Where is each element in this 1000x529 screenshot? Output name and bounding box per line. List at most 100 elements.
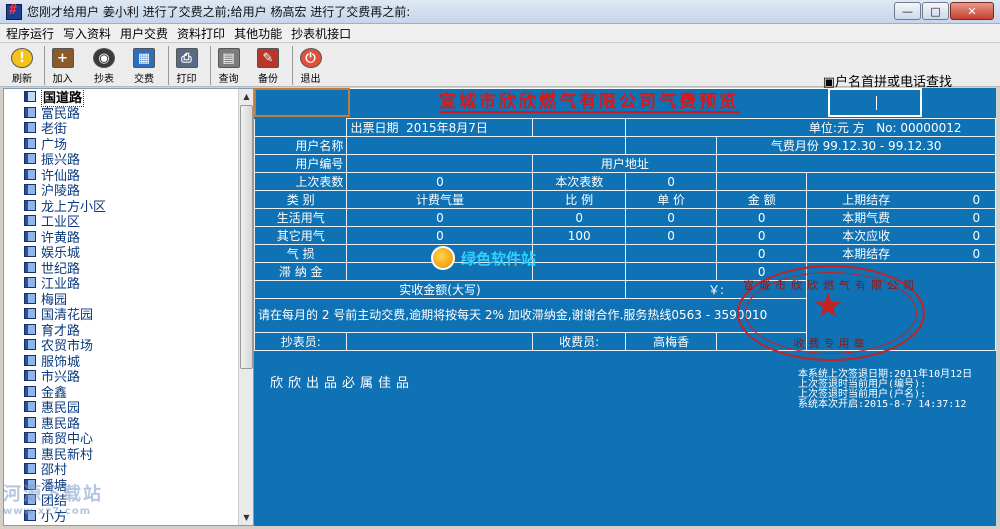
menu-user-payment[interactable]: 用户交费 xyxy=(120,25,168,42)
this-reading-value: 0 xyxy=(624,172,718,191)
meter-reader-value xyxy=(346,332,534,351)
payment-label: 交费 xyxy=(134,74,154,85)
summary-cell: 上期结存 0 xyxy=(806,190,996,209)
slogan: 欣欣出品必属佳品 xyxy=(270,376,415,391)
corner-watermark-text: 河源下载站 xyxy=(3,484,103,505)
scroll-down-icon[interactable]: ▼ xyxy=(239,510,253,525)
due-value: 0 xyxy=(972,229,981,243)
menu-meter-interface[interactable]: 抄表机接口 xyxy=(291,25,351,42)
book-icon xyxy=(24,168,36,180)
meter-read-button[interactable]: ◉ 抄表 xyxy=(86,46,122,85)
printer-icon: ⎙ xyxy=(175,48,198,68)
book-icon xyxy=(24,122,36,134)
menu-bar: 程序运行 写入资料 用户交费 资料打印 其他功能 抄表机接口 xyxy=(0,24,1000,43)
user-code-value xyxy=(346,154,534,173)
query-button[interactable]: ▤ 查询 xyxy=(210,46,246,85)
session-start-time: 系统本次开启:2015-8-7 14:37:12 xyxy=(798,399,967,410)
window-title: 您刚才给用户 姜小利 进行了交费之前;给用户 杨高宏 进行了交费再之前: xyxy=(27,5,411,19)
book-icon xyxy=(24,215,36,227)
fee-type: 生活用气 xyxy=(253,208,348,227)
book-icon xyxy=(24,447,36,459)
period-fee-label: 本期气费 xyxy=(842,211,891,225)
user-name-label: 用户名称 xyxy=(253,136,348,155)
text-cursor xyxy=(876,96,877,110)
backup-icon: ✎ xyxy=(257,48,279,68)
book-icon xyxy=(24,277,36,289)
amount-in-words-label: 实收金额(大写) xyxy=(254,280,626,299)
fee-ratio xyxy=(532,262,626,281)
collector-value: 高梅香 xyxy=(624,332,718,351)
menu-print-data[interactable]: 资料打印 xyxy=(177,25,225,42)
search-input[interactable] xyxy=(828,88,922,117)
fee-price: 0 xyxy=(624,208,718,227)
fee-ratio: 0 xyxy=(532,208,626,227)
book-icon xyxy=(24,184,36,196)
gas-period-value: 99.12.30 - 99.12.30 xyxy=(822,139,942,153)
col-header-amount: 金 额 xyxy=(716,190,808,209)
book-icon xyxy=(24,137,36,149)
book-icon xyxy=(24,230,36,242)
period-fee-value: 0 xyxy=(972,211,981,225)
backup-label: 备份 xyxy=(258,74,278,85)
minimize-button[interactable]: — xyxy=(894,2,921,20)
payment-button[interactable]: ▦ 交费 xyxy=(126,46,162,85)
tree-scrollbar[interactable]: ▲ ▼ xyxy=(238,89,253,525)
print-button[interactable]: ⎙ 打印 xyxy=(168,46,204,85)
prev-balance-value: 0 xyxy=(972,193,981,207)
due-label: 本次应收 xyxy=(842,229,891,243)
meter-icon: ◉ xyxy=(93,48,115,68)
calculator-icon: ▦ xyxy=(133,48,155,68)
scroll-up-icon[interactable]: ▲ xyxy=(239,89,253,104)
blank-cell xyxy=(532,118,626,137)
add-button[interactable]: + 加入 xyxy=(44,46,80,85)
add-label: 加入 xyxy=(52,74,73,85)
receipt-preview: 宣城市欣欣燃气有限公司气费预览 出票日期 2015年8月7日 单位:元 方 No… xyxy=(253,88,997,526)
backup-button[interactable]: ✎ 备份 xyxy=(250,46,286,85)
fee-amount: 0 xyxy=(716,208,808,227)
close-button[interactable]: ✕ xyxy=(950,2,994,20)
watermark-logo-icon xyxy=(431,246,455,270)
col-header-price: 单 价 xyxy=(624,190,718,209)
toolbar: ! 刷新 + 加入 ◉ 抄表 ▦ 交费 ⎙ 打印 ▤ 查询 ✎ 备份 ⏻ 退出 … xyxy=(0,43,1000,90)
balance-label: 本期结存 xyxy=(842,247,891,261)
fee-price xyxy=(624,244,718,263)
exit-button[interactable]: ⏻ 退出 xyxy=(292,46,328,85)
gas-period-label: 气费月份 xyxy=(770,139,819,153)
receipt-panel: 宣城市欣欣燃气有限公司气费预览 出票日期 2015年8月7日 单位:元 方 No… xyxy=(253,88,997,526)
issue-date-cell: 出票日期 2015年8月7日 xyxy=(346,118,534,137)
lightbulb-icon: ! xyxy=(11,48,33,68)
menu-write-data[interactable]: 写入资料 xyxy=(63,25,111,42)
book-icon xyxy=(24,292,36,304)
fee-type: 气 损 xyxy=(253,244,348,263)
meter-reader-label: 抄表员: xyxy=(253,332,348,351)
book-icon xyxy=(24,339,36,351)
user-address-label: 用户地址 xyxy=(532,154,718,173)
fee-type: 其它用气 xyxy=(253,226,348,245)
no-label: No: xyxy=(876,121,897,135)
col-header-ratio: 比 例 xyxy=(532,190,626,209)
summary-cell: 本次应收 0 xyxy=(806,226,996,245)
menu-other-functions[interactable]: 其他功能 xyxy=(234,25,282,42)
fee-price xyxy=(624,262,718,281)
book-icon xyxy=(24,91,36,103)
book-icon xyxy=(24,199,36,211)
exit-label: 退出 xyxy=(300,74,321,85)
refresh-button[interactable]: ! 刷新 xyxy=(4,46,40,85)
user-name-value xyxy=(346,136,626,155)
left-input-box[interactable] xyxy=(254,88,350,117)
unit-label: 单位:元 方 xyxy=(808,121,865,135)
blank-cell xyxy=(716,172,808,191)
scroll-thumb[interactable] xyxy=(240,105,253,369)
company-seal-stamp: 宣城市欣欣燃气有限公司 ★ 收费专用章 xyxy=(737,265,925,361)
book-icon xyxy=(24,432,36,444)
book-icon xyxy=(24,153,36,165)
maximize-button[interactable]: □ xyxy=(922,2,949,20)
menu-program-run[interactable]: 程序运行 xyxy=(6,25,54,42)
book-icon xyxy=(24,416,36,428)
book-icon xyxy=(24,385,36,397)
fee-ratio: 100 xyxy=(532,226,626,245)
query-label: 查询 xyxy=(218,74,239,85)
user-code-label: 用户编号 xyxy=(253,154,348,173)
refresh-label: 刷新 xyxy=(12,74,32,85)
window-controls: — □ ✕ xyxy=(894,2,994,20)
